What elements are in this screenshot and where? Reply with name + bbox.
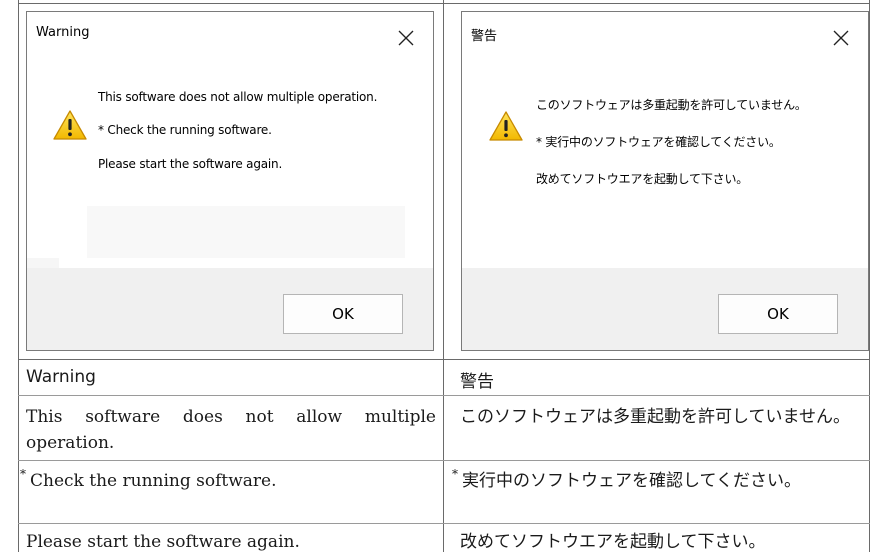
caption-check-japanese: 実行中のソフトウェアを確認してください。	[462, 471, 801, 491]
dialog-title: 警告	[471, 29, 498, 44]
close-icon[interactable]	[832, 29, 850, 47]
warning-icon	[489, 111, 523, 141]
footnote-marker: *	[20, 467, 26, 481]
row-rule	[18, 359, 870, 360]
dialog-message-check: * 実行中のソフトウェアを確認してください。	[536, 135, 781, 149]
table-center-rule	[443, 0, 444, 552]
caption-rule	[18, 523, 444, 524]
table-left-rule	[18, 0, 19, 552]
caption-check-english: Check the running software.	[30, 471, 277, 491]
caption-rule	[18, 395, 444, 396]
table-right-rule	[869, 0, 870, 552]
footnote-marker: *	[452, 467, 458, 481]
dialog-message-check: * Check the running software.	[98, 123, 272, 137]
dialog-message-main: このソフトウェアは多重起動を許可していません。	[536, 98, 807, 112]
dialog-message-restart: Please start the software again.	[98, 157, 283, 171]
caption-rule	[18, 460, 444, 461]
caption-rule	[444, 460, 870, 461]
warning-icon	[53, 110, 87, 140]
caption-main-japanese: このソフトウェアは多重起動を許可していません。	[460, 407, 850, 427]
dialog-message-main: This software does not allow multiple op…	[98, 90, 378, 104]
ok-button[interactable]: OK	[283, 294, 403, 334]
dialog-message-restart: 改めてソフトウエアを起動して下さい。	[536, 172, 749, 186]
ok-button[interactable]: OK	[718, 294, 838, 334]
caption-main-english: This software does not allow multiple op…	[26, 407, 436, 453]
warning-dialog-english: Warning This software does not allow mul…	[26, 11, 434, 351]
caption-restart-japanese: 改めてソフトウエアを起動して下さい。	[460, 532, 766, 552]
caption-rule	[444, 523, 870, 524]
dialog-title: Warning	[36, 25, 90, 40]
table-top-rule	[18, 3, 870, 4]
warning-dialog-japanese: 警告 このソフトウェアは多重起動を許可していません。 * 実行中のソフトウェアを…	[461, 11, 869, 351]
caption-restart-english: Please start the software again.	[26, 532, 300, 552]
caption-title-english: Warning	[26, 367, 96, 387]
caption-title-japanese: 警告	[460, 372, 494, 392]
caption-rule	[444, 395, 870, 396]
dialog-blank-area	[87, 206, 405, 258]
close-icon[interactable]	[397, 29, 415, 47]
